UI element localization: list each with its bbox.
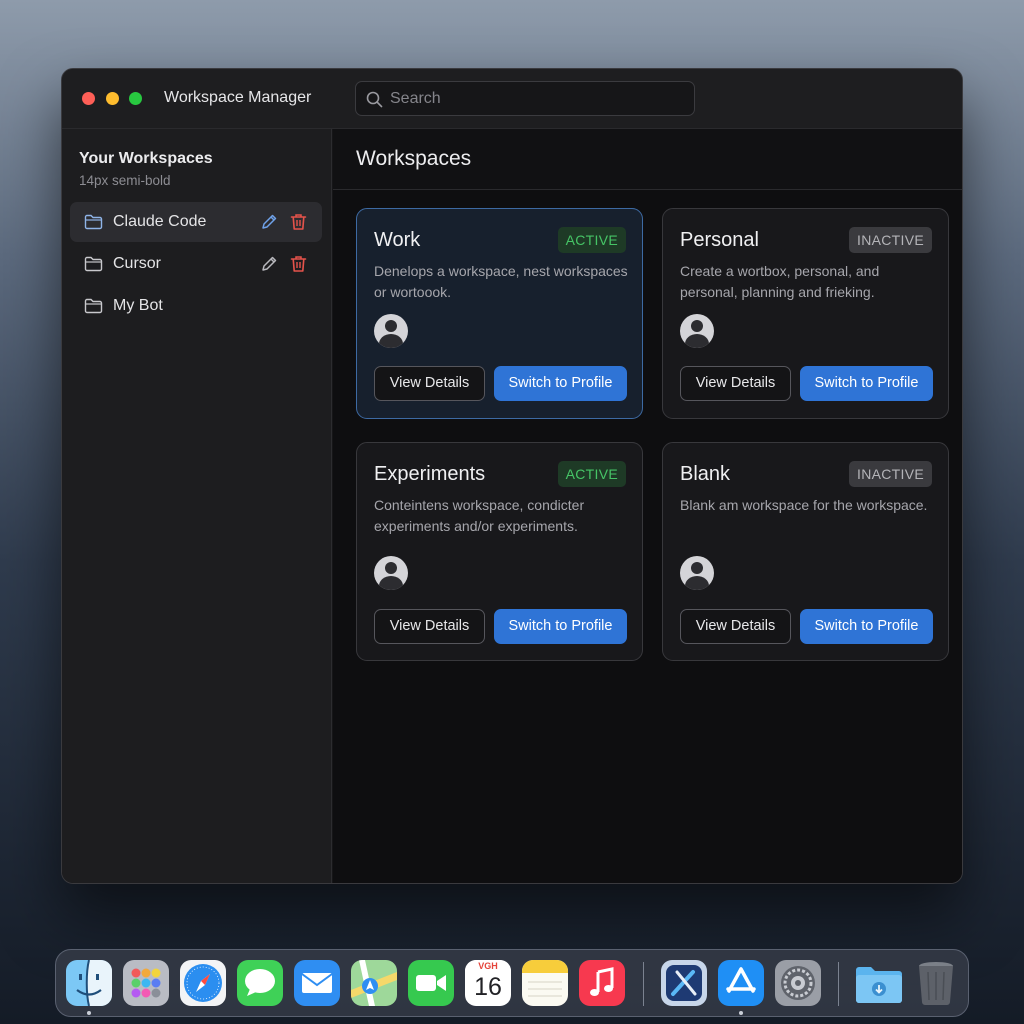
sidebar-item-label: Cursor [113, 255, 162, 272]
title-bar: Workspace Manager [62, 69, 962, 129]
page-title: Workspaces [356, 147, 472, 170]
zoom-window-button[interactable] [129, 92, 142, 105]
switch-to-profile-button[interactable]: Switch to Profile [800, 366, 933, 401]
view-details-button[interactable]: View Details [374, 366, 485, 401]
avatar [374, 556, 408, 590]
minimize-window-button[interactable] [106, 92, 119, 105]
launchpad-icon[interactable] [123, 960, 169, 1006]
app-window: Workspace Manager Your Workspaces 14px s… [61, 68, 963, 884]
avatar [680, 556, 714, 590]
view-details-button[interactable]: View Details [680, 366, 791, 401]
switch-to-profile-button[interactable]: Switch to Profile [494, 609, 627, 644]
sidebar-item-claude-code[interactable]: Claude Code [70, 202, 322, 242]
sidebar-subheading: 14px semi-bold [79, 173, 171, 188]
status-badge: ACTIVE [557, 227, 626, 253]
trash-icon[interactable] [290, 255, 307, 273]
mail-icon[interactable] [294, 960, 340, 1006]
edit-icon[interactable] [260, 213, 278, 231]
status-badge: INACTIVE [849, 227, 932, 253]
safari-icon[interactable] [180, 960, 226, 1006]
maps-icon[interactable] [351, 960, 397, 1006]
sidebar: Your Workspaces 14px semi-bold Claude Co… [62, 129, 332, 883]
app-title: Workspace Manager [164, 89, 312, 106]
card-description: Blank am workspace for the workspace. [680, 497, 928, 513]
status-badge: ACTIVE [557, 461, 626, 487]
notes-icon[interactable] [522, 960, 568, 1006]
dock-separator [643, 962, 644, 1006]
facetime-icon[interactable] [408, 960, 454, 1006]
folder-icon [84, 256, 103, 272]
card-description: Conteintens workspace, condicter experim… [374, 497, 585, 534]
search-icon [366, 91, 383, 108]
status-badge: INACTIVE [849, 461, 932, 487]
music-icon[interactable] [579, 960, 625, 1006]
switch-to-profile-button[interactable]: Switch to Profile [494, 366, 627, 401]
edit-icon[interactable] [260, 255, 278, 273]
folder-icon [84, 214, 103, 230]
workspace-card-work: Work ACTIVE Denelops a workspace, nest w… [356, 208, 643, 419]
system-settings-icon[interactable] [775, 960, 821, 1006]
sidebar-heading: Your Workspaces [79, 150, 213, 167]
trash-icon[interactable] [914, 960, 958, 1006]
messages-icon[interactable] [237, 960, 283, 1006]
dock-separator [838, 962, 839, 1006]
switch-to-profile-button[interactable]: Switch to Profile [800, 609, 933, 644]
workspace-card-blank: Blank INACTIVE Blank am workspace for th… [662, 442, 949, 661]
main-header: Workspaces [333, 129, 962, 190]
main-panel: Workspaces Work ACTIVE Denelops a worksp… [333, 129, 962, 883]
sidebar-item-my-bot[interactable]: My Bot [70, 286, 322, 326]
dock: VGH 16 [55, 949, 969, 1017]
running-indicator [739, 1011, 743, 1015]
app-store-icon[interactable] [718, 960, 764, 1006]
card-title: Blank [680, 463, 731, 485]
card-description: Denelops a workspace, nest workspaces or… [374, 263, 628, 300]
calendar-icon[interactable]: VGH 16 [465, 960, 511, 1006]
workspace-card-experiments: Experiments ACTIVE Conteintens workspace… [356, 442, 643, 661]
card-title: Experiments [374, 463, 486, 485]
workspace-card-personal: Personal INACTIVE Create a wortbox, pers… [662, 208, 949, 419]
calendar-day: 16 [474, 973, 502, 1001]
avatar [680, 314, 714, 348]
sidebar-item-cursor[interactable]: Cursor [70, 244, 322, 284]
downloads-folder-icon[interactable] [854, 960, 904, 1006]
card-title: Personal [680, 229, 759, 251]
view-details-button[interactable]: View Details [680, 609, 791, 644]
search-input[interactable] [390, 88, 680, 110]
close-window-button[interactable] [82, 92, 95, 105]
folder-icon [84, 298, 103, 314]
avatar [374, 314, 408, 348]
finder-icon[interactable] [66, 960, 112, 1006]
sidebar-item-label: My Bot [113, 297, 163, 314]
view-details-button[interactable]: View Details [374, 609, 485, 644]
sidebar-item-label: Claude Code [113, 213, 207, 230]
running-indicator [87, 1011, 91, 1015]
trash-icon[interactable] [290, 213, 307, 231]
xcode-icon[interactable] [661, 960, 707, 1006]
card-description: Create a wortbox, personal, and personal… [680, 263, 880, 300]
card-title: Work [374, 229, 421, 251]
search-box[interactable] [355, 81, 695, 116]
